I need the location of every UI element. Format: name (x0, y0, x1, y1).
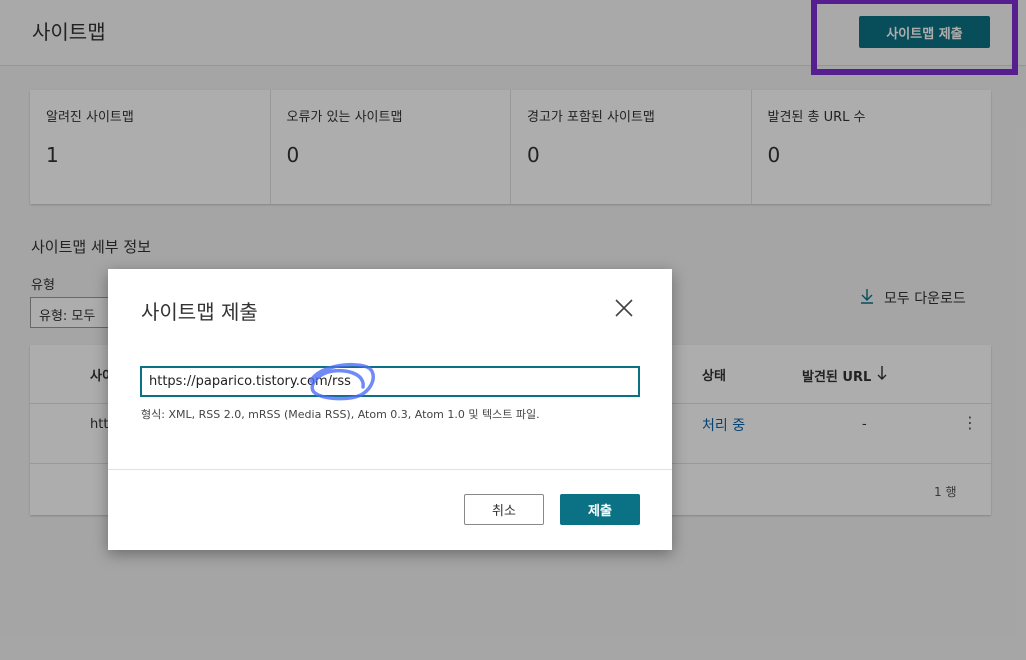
cancel-button[interactable]: 취소 (464, 494, 544, 525)
close-button[interactable] (610, 295, 638, 323)
dialog-divider (108, 469, 672, 470)
submit-button[interactable]: 제출 (560, 494, 640, 525)
pen-scribble-annotation (309, 362, 375, 401)
format-hint: 형식: XML, RSS 2.0, mRSS (Media RSS), Atom… (141, 408, 540, 421)
close-icon (614, 298, 634, 321)
dialog-title: 사이트맵 제출 (141, 300, 258, 324)
submit-sitemap-dialog: 사이트맵 제출 형식: XML, RSS 2.0, mRSS (Media RS… (108, 269, 672, 550)
sitemap-url-input[interactable] (140, 366, 640, 397)
